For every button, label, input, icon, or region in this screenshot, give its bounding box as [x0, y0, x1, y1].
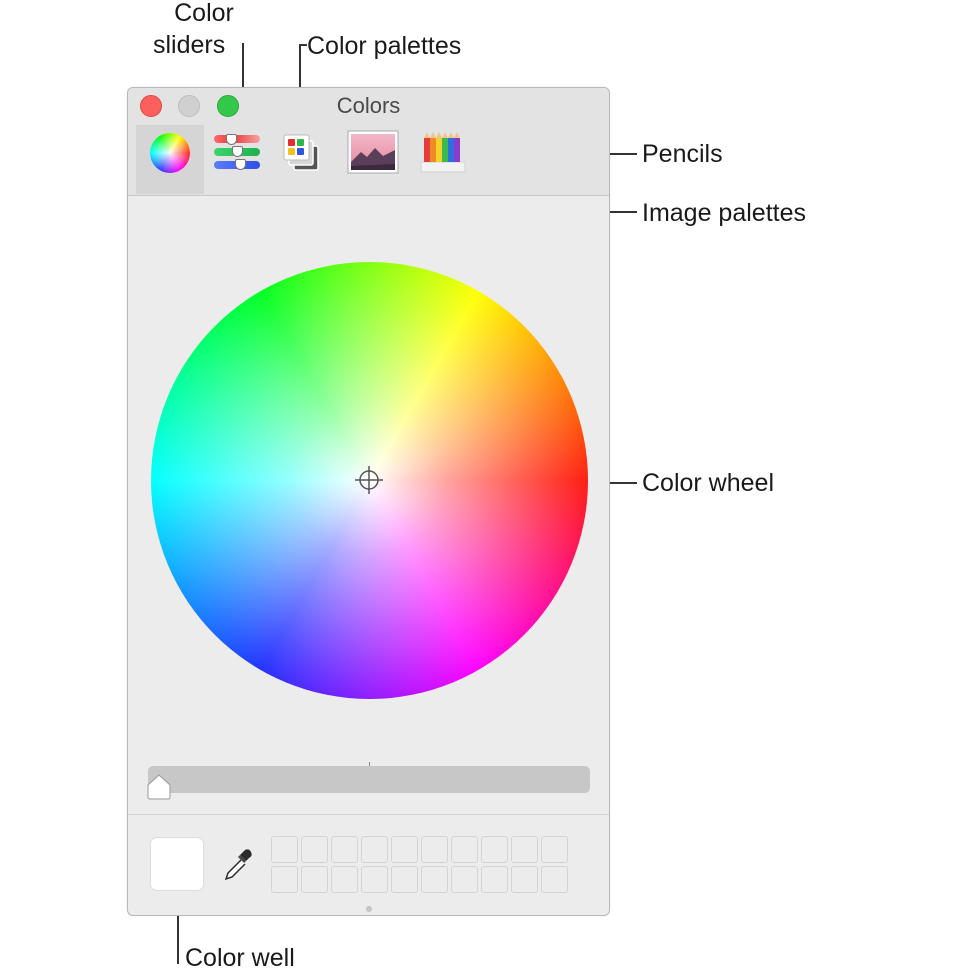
swatch-slot[interactable]	[391, 836, 418, 863]
swatch-slot[interactable]	[361, 836, 388, 863]
sliders-icon	[208, 133, 268, 173]
color-well[interactable]	[150, 837, 204, 891]
swatch-slot[interactable]	[541, 866, 568, 893]
brightness-slider-knob[interactable]	[147, 774, 171, 800]
swatch-slot[interactable]	[361, 866, 388, 893]
tab-pencils[interactable]	[413, 125, 473, 194]
title-bar: Colors	[128, 88, 609, 196]
window-title: Colors	[336, 93, 401, 118]
callout-color-wheel: Color wheel	[642, 469, 775, 497]
palettes-icon	[283, 134, 319, 171]
callout-image-palettes: Image palettes	[642, 199, 806, 227]
callout-color-sliders-line2: sliders	[153, 31, 226, 59]
pencils-icon	[420, 132, 466, 173]
swatch-slot[interactable]	[331, 836, 358, 863]
tab-color-palettes[interactable]	[278, 125, 328, 194]
leader-color-palettes-h	[299, 44, 307, 46]
swatch-slot[interactable]	[331, 866, 358, 893]
tab-color-wheel[interactable]	[136, 125, 204, 194]
swatch-slot[interactable]	[301, 866, 328, 893]
swatch-slot[interactable]	[421, 866, 448, 893]
image-landscape-icon	[347, 130, 399, 174]
swatch-slot[interactable]	[511, 866, 538, 893]
callout-pencils: Pencils	[642, 140, 723, 168]
brightness-slider[interactable]	[148, 766, 590, 793]
swatch-slot[interactable]	[421, 836, 448, 863]
swatch-slot[interactable]	[391, 866, 418, 893]
swatch-slot[interactable]	[451, 866, 478, 893]
crosshair-icon[interactable]	[355, 466, 383, 494]
swatch-slot[interactable]	[481, 866, 508, 893]
tab-image-palettes[interactable]	[341, 125, 401, 194]
tab-color-sliders[interactable]	[208, 125, 268, 194]
swatch-slot[interactable]	[511, 836, 538, 863]
callout-color-sliders: Color	[169, 1, 239, 26]
colors-window: Colors	[127, 87, 610, 916]
color-wheel-icon	[150, 133, 190, 173]
swatch-grid	[271, 836, 569, 894]
callout-color-sliders-line1: Color	[174, 0, 234, 27]
swatch-slot[interactable]	[481, 836, 508, 863]
callout-color-well: Color well	[185, 944, 295, 972]
swatch-slot[interactable]	[301, 836, 328, 863]
eyedropper-icon[interactable]	[220, 847, 254, 883]
bottom-bar	[128, 814, 609, 915]
swatch-slot[interactable]	[451, 836, 478, 863]
callout-color-palettes: Color palettes	[307, 32, 462, 60]
color-wheel-panel	[128, 196, 609, 816]
resize-handle[interactable]	[366, 906, 372, 912]
swatch-slot[interactable]	[541, 836, 568, 863]
swatch-slot[interactable]	[271, 866, 298, 893]
swatch-slot[interactable]	[271, 836, 298, 863]
